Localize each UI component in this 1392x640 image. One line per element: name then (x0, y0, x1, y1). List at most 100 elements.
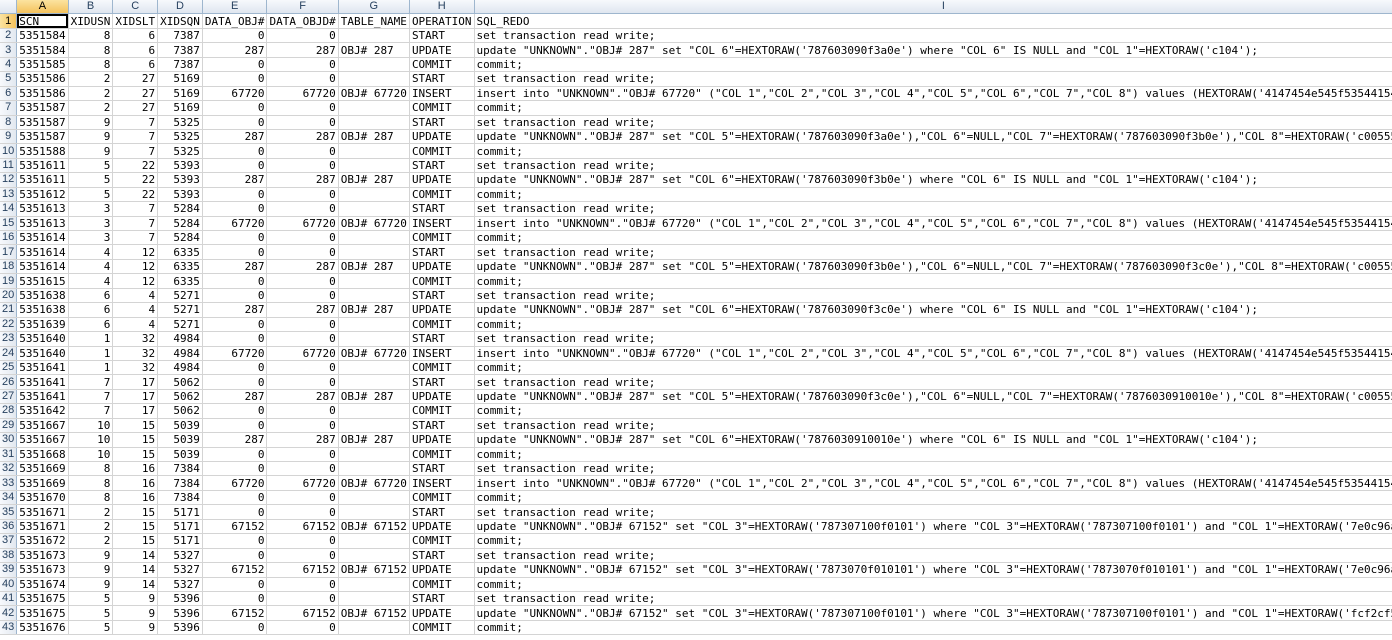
row-header[interactable]: 36 (0, 519, 18, 535)
cell-g[interactable]: OBJ# 287 (338, 129, 410, 145)
cell-d[interactable]: 5169 (157, 100, 203, 116)
cell-c[interactable]: 14 (112, 562, 159, 578)
cell-e[interactable]: 0 (202, 100, 268, 116)
cell-f[interactable]: 0 (266, 317, 339, 333)
row-header[interactable]: 22 (0, 317, 18, 333)
cell-g[interactable] (338, 374, 410, 390)
cell-i[interactable]: commit; (474, 143, 1392, 159)
cell-i[interactable]: set transaction read write; (474, 158, 1392, 174)
cell-i[interactable]: set transaction read write; (474, 201, 1392, 217)
cell-i[interactable]: set transaction read write; (474, 71, 1392, 87)
cell-e[interactable]: 67720 (202, 216, 268, 232)
cell-e[interactable]: 67152 (202, 605, 268, 621)
cell-d[interactable]: 5039 (157, 447, 203, 463)
cell-g[interactable] (338, 273, 410, 289)
cell-c[interactable]: 16 (112, 475, 159, 491)
row-header[interactable]: 7 (0, 100, 18, 116)
cell-b[interactable]: 10 (68, 418, 114, 434)
cell-d[interactable]: 5171 (157, 533, 203, 549)
cell-b[interactable]: 7 (68, 389, 114, 405)
cell-g[interactable] (338, 504, 410, 520)
cell-c[interactable]: 9 (112, 605, 159, 621)
cell-d[interactable]: 7384 (157, 475, 203, 491)
cell-d[interactable]: 5171 (157, 519, 203, 535)
cell-c[interactable]: 4 (112, 288, 159, 304)
cell-b[interactable]: 10 (68, 432, 114, 448)
cell-i[interactable]: commit; (474, 620, 1392, 636)
cell-d[interactable]: 5327 (157, 577, 203, 592)
cell-e[interactable]: 0 (202, 548, 268, 564)
cell-e[interactable]: DATA_OBJ# (202, 13, 268, 29)
cell-d[interactable]: 5396 (157, 620, 203, 636)
cell-i[interactable]: commit; (474, 100, 1392, 116)
cell-d[interactable]: 7387 (157, 57, 203, 73)
cell-i[interactable]: insert into "UNKNOWN"."OBJ# 67720" ("COL… (474, 346, 1392, 361)
cell-h[interactable]: COMMIT (409, 533, 475, 549)
cell-h[interactable]: COMMIT (409, 447, 475, 463)
cell-e[interactable]: 287 (202, 389, 268, 405)
cell-e[interactable]: 0 (202, 158, 268, 174)
cell-h[interactable]: START (409, 71, 475, 87)
cell-h[interactable]: START (409, 331, 475, 347)
cell-b[interactable]: 3 (68, 230, 114, 246)
cell-b[interactable]: 4 (68, 259, 114, 275)
cell-b[interactable]: 4 (68, 273, 114, 289)
cell-i[interactable]: commit; (474, 360, 1392, 376)
cell-g[interactable] (338, 115, 410, 130)
cell-b[interactable]: 2 (68, 71, 114, 87)
cell-d[interactable]: 6335 (157, 273, 203, 289)
cell-e[interactable]: 0 (202, 230, 268, 246)
cell-h[interactable]: COMMIT (409, 230, 475, 246)
row-header[interactable]: 31 (0, 447, 18, 463)
cell-h[interactable]: INSERT (409, 86, 475, 102)
cell-h[interactable]: UPDATE (409, 562, 475, 578)
cell-e[interactable]: 0 (202, 447, 268, 463)
cell-f[interactable]: 0 (266, 548, 339, 564)
cell-e[interactable]: 0 (202, 360, 268, 376)
cell-b[interactable]: 5 (68, 172, 114, 188)
cell-b[interactable]: 8 (68, 57, 114, 73)
column-header-a[interactable]: A (16, 0, 69, 15)
cell-e[interactable]: 0 (202, 28, 268, 44)
cell-g[interactable] (338, 577, 410, 592)
cell-d[interactable]: 7387 (157, 42, 203, 58)
cell-g[interactable] (338, 317, 410, 333)
cell-c[interactable]: 12 (112, 244, 159, 260)
cell-i[interactable]: SQL_REDO (474, 13, 1392, 29)
cell-a[interactable]: 5351641 (16, 360, 69, 376)
cell-d[interactable]: 5039 (157, 418, 203, 434)
cell-a[interactable]: 5351675 (16, 605, 69, 621)
cell-f[interactable]: 0 (266, 288, 339, 304)
cell-c[interactable]: 6 (112, 57, 159, 73)
cell-b[interactable]: 1 (68, 346, 114, 361)
row-header[interactable]: 12 (0, 172, 18, 188)
cell-e[interactable]: 0 (202, 71, 268, 87)
row-header[interactable]: 40 (0, 577, 18, 592)
cell-c[interactable]: 15 (112, 504, 159, 520)
cell-a[interactable]: SCN (16, 13, 69, 29)
cell-f[interactable]: 0 (266, 374, 339, 390)
cell-f[interactable]: 0 (266, 57, 339, 73)
cell-a[interactable]: 5351586 (16, 71, 69, 87)
cell-b[interactable]: 5 (68, 158, 114, 174)
cell-i[interactable]: insert into "UNKNOWN"."OBJ# 67720" ("COL… (474, 216, 1392, 232)
cell-d[interactable]: 5062 (157, 403, 203, 419)
cell-e[interactable]: 0 (202, 143, 268, 159)
row-header[interactable]: 10 (0, 143, 18, 159)
cell-f[interactable]: 0 (266, 331, 339, 347)
cell-h[interactable]: UPDATE (409, 129, 475, 145)
cell-i[interactable]: commit; (474, 273, 1392, 289)
cell-g[interactable] (338, 158, 410, 174)
cell-h[interactable]: COMMIT (409, 317, 475, 333)
cell-h[interactable]: UPDATE (409, 259, 475, 275)
cell-b[interactable]: 2 (68, 519, 114, 535)
cell-b[interactable]: 5 (68, 591, 114, 607)
cell-b[interactable]: 6 (68, 288, 114, 304)
cell-g[interactable]: OBJ# 67720 (338, 216, 410, 232)
cell-a[interactable]: 5351641 (16, 374, 69, 390)
row-header[interactable]: 23 (0, 331, 18, 347)
cell-h[interactable]: COMMIT (409, 360, 475, 376)
row-header[interactable]: 16 (0, 230, 18, 246)
cell-b[interactable]: 4 (68, 244, 114, 260)
cell-b[interactable]: 5 (68, 605, 114, 621)
